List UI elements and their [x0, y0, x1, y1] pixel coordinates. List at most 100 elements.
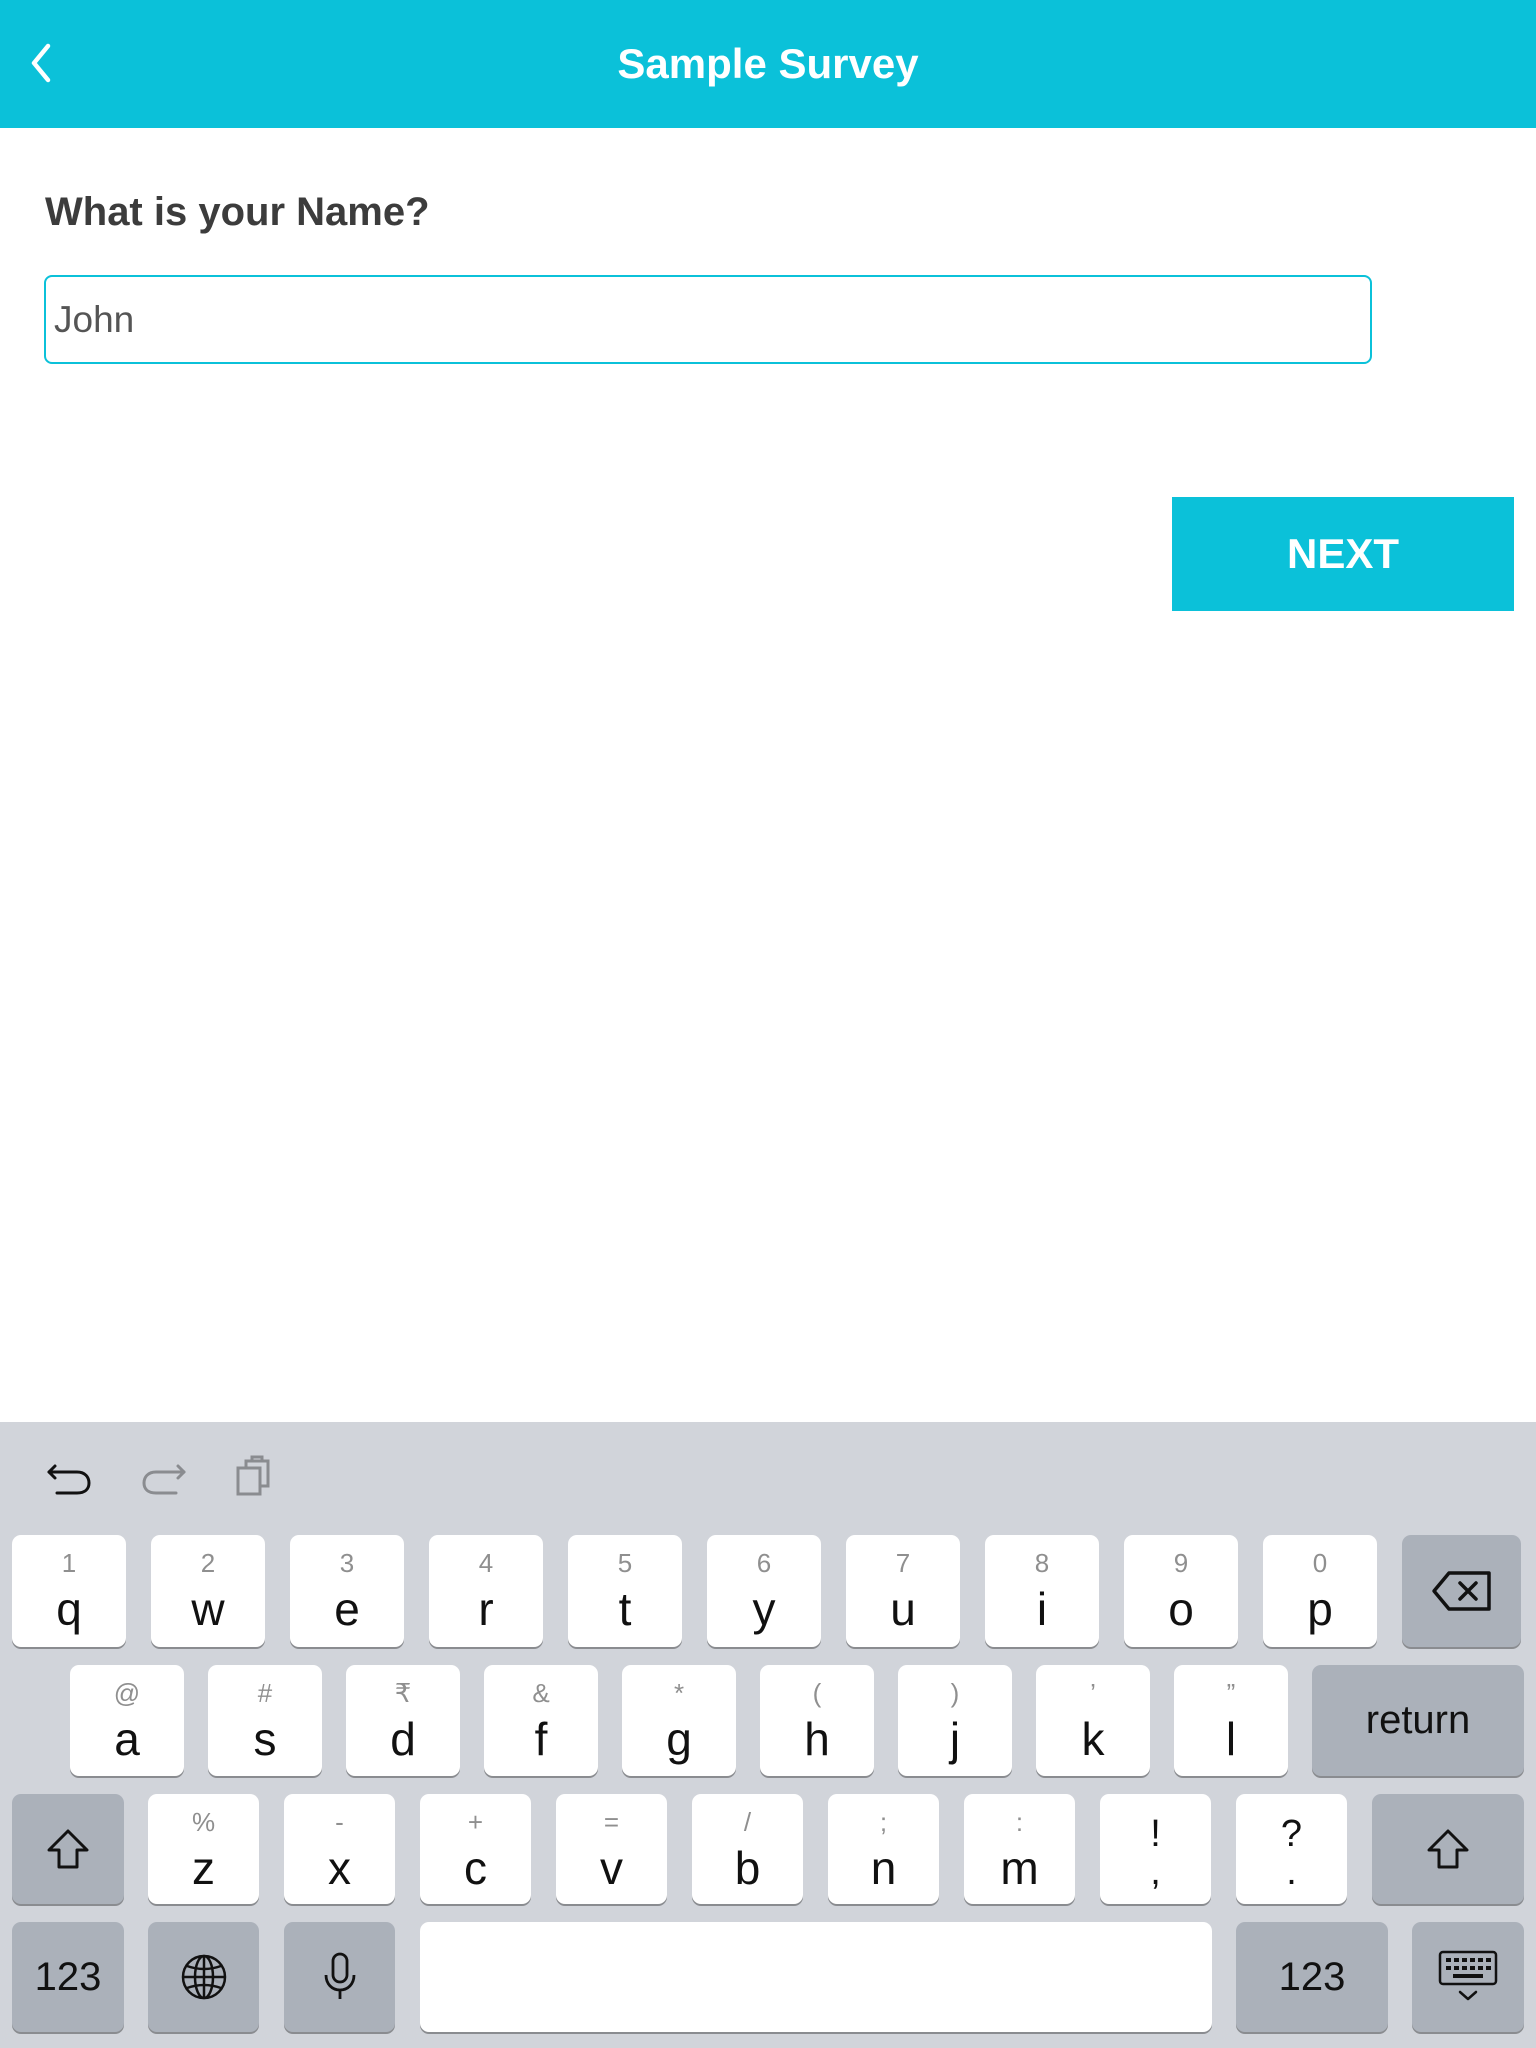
key-l[interactable]: ” l [1174, 1665, 1288, 1776]
key-k[interactable]: ’ k [1036, 1665, 1150, 1776]
key-o[interactable]: 9 o [1124, 1535, 1238, 1647]
numbers-key-right[interactable]: 123 [1236, 1922, 1388, 2032]
key-hint: ) [950, 1678, 960, 1708]
key-f[interactable]: & f [484, 1665, 598, 1776]
key-letter: m [1000, 1842, 1039, 1894]
return-label: return [1365, 1698, 1471, 1742]
key-d[interactable]: ₹ d [346, 1665, 460, 1776]
key-letter: z [192, 1842, 215, 1894]
key-h[interactable]: ( h [760, 1665, 874, 1776]
key-hint: @ [113, 1678, 141, 1708]
numbers-key-left[interactable]: 123 [12, 1922, 124, 2032]
key-question-period[interactable]: ? . [1236, 1794, 1347, 1904]
key-x[interactable]: - x [284, 1794, 395, 1904]
key-j[interactable]: ) j [898, 1665, 1012, 1776]
key-g[interactable]: * g [622, 1665, 736, 1776]
backspace-icon [1431, 1571, 1491, 1611]
key-hint: - [335, 1807, 344, 1837]
key-hint: % [191, 1807, 216, 1837]
key-hint: 3 [339, 1548, 355, 1578]
undo-button[interactable] [45, 1452, 95, 1502]
key-w[interactable]: 2 w [151, 1535, 265, 1647]
key-letter: s [253, 1713, 277, 1765]
paste-button[interactable] [230, 1452, 280, 1502]
microphone-icon [324, 1952, 355, 1999]
key-hint: : [1015, 1807, 1024, 1837]
key-r[interactable]: 4 r [429, 1535, 543, 1647]
space-bar[interactable] [420, 1922, 1212, 2032]
key-letter: d [390, 1713, 416, 1765]
key-letter: j [949, 1713, 961, 1765]
key-hint: 6 [756, 1548, 772, 1578]
key-letter: f [534, 1713, 548, 1765]
name-input[interactable] [44, 275, 1372, 364]
key-hint: 5 [617, 1548, 633, 1578]
key-b[interactable]: / b [692, 1794, 803, 1904]
key-exclamation-comma[interactable]: ! , [1100, 1794, 1211, 1904]
key-hint: 9 [1173, 1548, 1189, 1578]
key-letter: a [114, 1713, 140, 1765]
key-hint: & [532, 1678, 550, 1708]
numbers-label: 123 [1278, 1954, 1346, 1999]
key-u[interactable]: 7 u [846, 1535, 960, 1647]
shift-key-right[interactable] [1372, 1794, 1524, 1904]
chevron-left-icon [31, 43, 51, 83]
key-q[interactable]: 1 q [12, 1535, 126, 1647]
key-v[interactable]: = v [556, 1794, 667, 1904]
page-title: Sample Survey [617, 40, 919, 87]
key-m[interactable]: : m [964, 1794, 1075, 1904]
key-letter: p [1307, 1583, 1333, 1635]
key-letter: v [600, 1842, 623, 1894]
numbers-label: 123 [34, 1954, 102, 1999]
shift-key-left[interactable] [12, 1794, 124, 1904]
key-hint: + [467, 1807, 484, 1837]
key-letter: h [804, 1713, 830, 1765]
key-hint: ’ [1090, 1678, 1096, 1708]
key-hint: * [673, 1678, 685, 1708]
key-letter: w [191, 1583, 225, 1635]
back-button[interactable] [20, 30, 66, 96]
redo-icon [142, 1464, 186, 1495]
keyboard-dismiss-icon [1438, 1950, 1498, 2001]
key-letter: k [1081, 1713, 1105, 1765]
key-letter: i [1036, 1583, 1048, 1635]
key-letter: o [1168, 1583, 1194, 1635]
key-n[interactable]: ; n [828, 1794, 939, 1904]
question-label: What is your Name? [45, 190, 430, 234]
redo-button[interactable] [138, 1452, 188, 1502]
key-i[interactable]: 8 i [985, 1535, 1099, 1647]
key-letter: x [328, 1842, 351, 1894]
key-letter: y [752, 1583, 776, 1635]
globe-key[interactable] [148, 1922, 259, 2032]
shift-icon [47, 1829, 89, 1869]
key-hint: 4 [478, 1548, 494, 1578]
return-key[interactable]: return [1312, 1665, 1524, 1776]
next-button[interactable]: NEXT [1172, 497, 1514, 611]
key-hint: 8 [1034, 1548, 1050, 1578]
key-z[interactable]: % z [148, 1794, 259, 1904]
key-s[interactable]: # s [208, 1665, 322, 1776]
key-letter: r [478, 1583, 494, 1635]
undo-icon [47, 1464, 91, 1495]
key-c[interactable]: + c [420, 1794, 531, 1904]
clipboard-icon [236, 1455, 270, 1496]
navigation-bar: Sample Survey [0, 0, 1536, 128]
shift-icon [1427, 1829, 1469, 1869]
key-hint: ( [812, 1678, 822, 1708]
delete-key[interactable] [1402, 1535, 1521, 1647]
key-y[interactable]: 6 y [707, 1535, 821, 1647]
key-bottom-symbol: , [1150, 1851, 1161, 1893]
key-t[interactable]: 5 t [568, 1535, 682, 1647]
key-hint: # [257, 1678, 273, 1708]
key-letter: q [56, 1583, 82, 1635]
key-hint: 0 [1312, 1548, 1328, 1578]
key-top-symbol: ? [1280, 1813, 1303, 1855]
key-bottom-symbol: . [1286, 1851, 1297, 1893]
key-a[interactable]: @ a [70, 1665, 184, 1776]
key-e[interactable]: 3 e [290, 1535, 404, 1647]
key-p[interactable]: 0 p [1263, 1535, 1377, 1647]
dictation-key[interactable] [284, 1922, 395, 2032]
key-letter: e [334, 1583, 360, 1635]
key-hint: 2 [200, 1548, 216, 1578]
dismiss-keyboard-key[interactable] [1412, 1922, 1524, 2032]
